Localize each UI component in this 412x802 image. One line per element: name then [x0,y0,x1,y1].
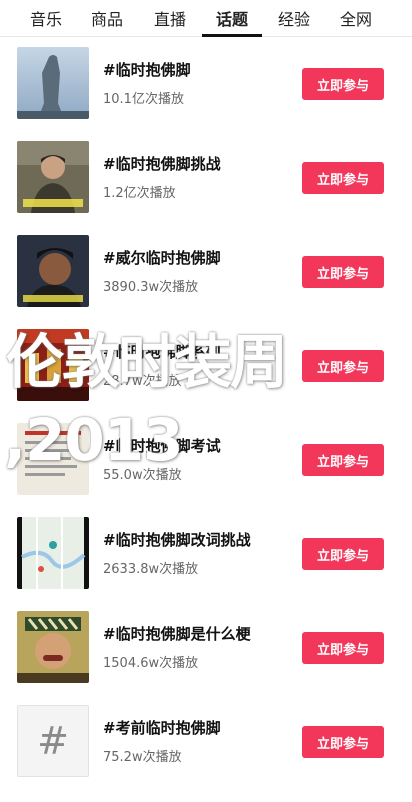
join-button[interactable]: 立即参与 [302,726,384,758]
tab-live[interactable]: 直播 [140,0,200,36]
join-button[interactable]: 立即参与 [302,632,384,664]
play-count: 55.0w次播放 [103,468,182,483]
join-button[interactable]: 立即参与 [302,162,384,194]
hashtag-icon: # [17,705,89,777]
play-count: 1504.6w次播放 [103,656,199,671]
topic-title: #临时抱佛脚 [103,61,191,79]
thumbnail-scene [17,329,89,401]
play-count: 10.1亿次播放 [103,92,184,107]
thumbnail-paper [17,423,89,495]
topic-title: #临时抱佛脚是什么梗 [103,625,251,643]
tab-bar: 音乐 商品 直播 话题 经验 全网 [0,0,412,37]
topic-row[interactable]: #威尔临时抱佛脚 3890.3w次播放 立即参与 [0,225,412,319]
tab-music[interactable]: 音乐 [16,0,76,36]
topic-title: #临时抱佛脚考试 [103,437,221,455]
topic-row[interactable]: #临时抱佛脚改词挑战 2633.8w次播放 立即参与 [0,507,412,601]
join-button[interactable]: 立即参与 [302,350,384,382]
thumbnail-map [17,517,89,589]
topic-title: #威尔临时抱佛脚 [103,249,221,267]
join-button[interactable]: 立即参与 [302,538,384,570]
join-button[interactable]: 立即参与 [302,256,384,288]
thumbnail-person [17,235,89,307]
topic-title: #临时抱佛脚改词挑战 [103,531,251,549]
play-count: 3890.3w次播放 [103,280,199,295]
tab-topics[interactable]: 话题 [202,0,262,37]
play-count: 75.2w次播放 [103,750,182,765]
topic-row[interactable]: #临时抱佛脚 10.1亿次播放 立即参与 [0,37,412,131]
topic-title: #考前临时抱佛脚 [103,719,221,737]
tab-experience[interactable]: 经验 [264,0,324,36]
tab-all-web[interactable]: 全网 [326,0,386,36]
thumbnail-person [17,141,89,213]
join-button[interactable]: 立即参与 [302,68,384,100]
topic-row[interactable]: #临时抱佛脚系列 28.7w次播放 立即参与 [0,319,412,413]
play-count: 2633.8w次播放 [103,562,199,577]
topic-row[interactable]: # #考前临时抱佛脚 75.2w次播放 立即参与 [0,695,412,789]
tab-products[interactable]: 商品 [77,0,137,36]
join-button[interactable]: 立即参与 [302,444,384,476]
thumbnail-person [17,611,89,683]
topic-title: #临时抱佛脚挑战 [103,155,221,173]
topic-row[interactable]: #临时抱佛脚是什么梗 1504.6w次播放 立即参与 [0,601,412,695]
thumbnail-hashtag: # [17,705,89,777]
play-count: 28.7w次播放 [103,374,182,389]
play-count: 1.2亿次播放 [103,186,176,201]
thumbnail-statue [17,47,89,119]
topic-row[interactable]: #临时抱佛脚挑战 1.2亿次播放 立即参与 [0,131,412,225]
topic-row[interactable]: #临时抱佛脚考试 55.0w次播放 立即参与 [0,413,412,507]
topic-title: #临时抱佛脚系列 [103,343,221,361]
